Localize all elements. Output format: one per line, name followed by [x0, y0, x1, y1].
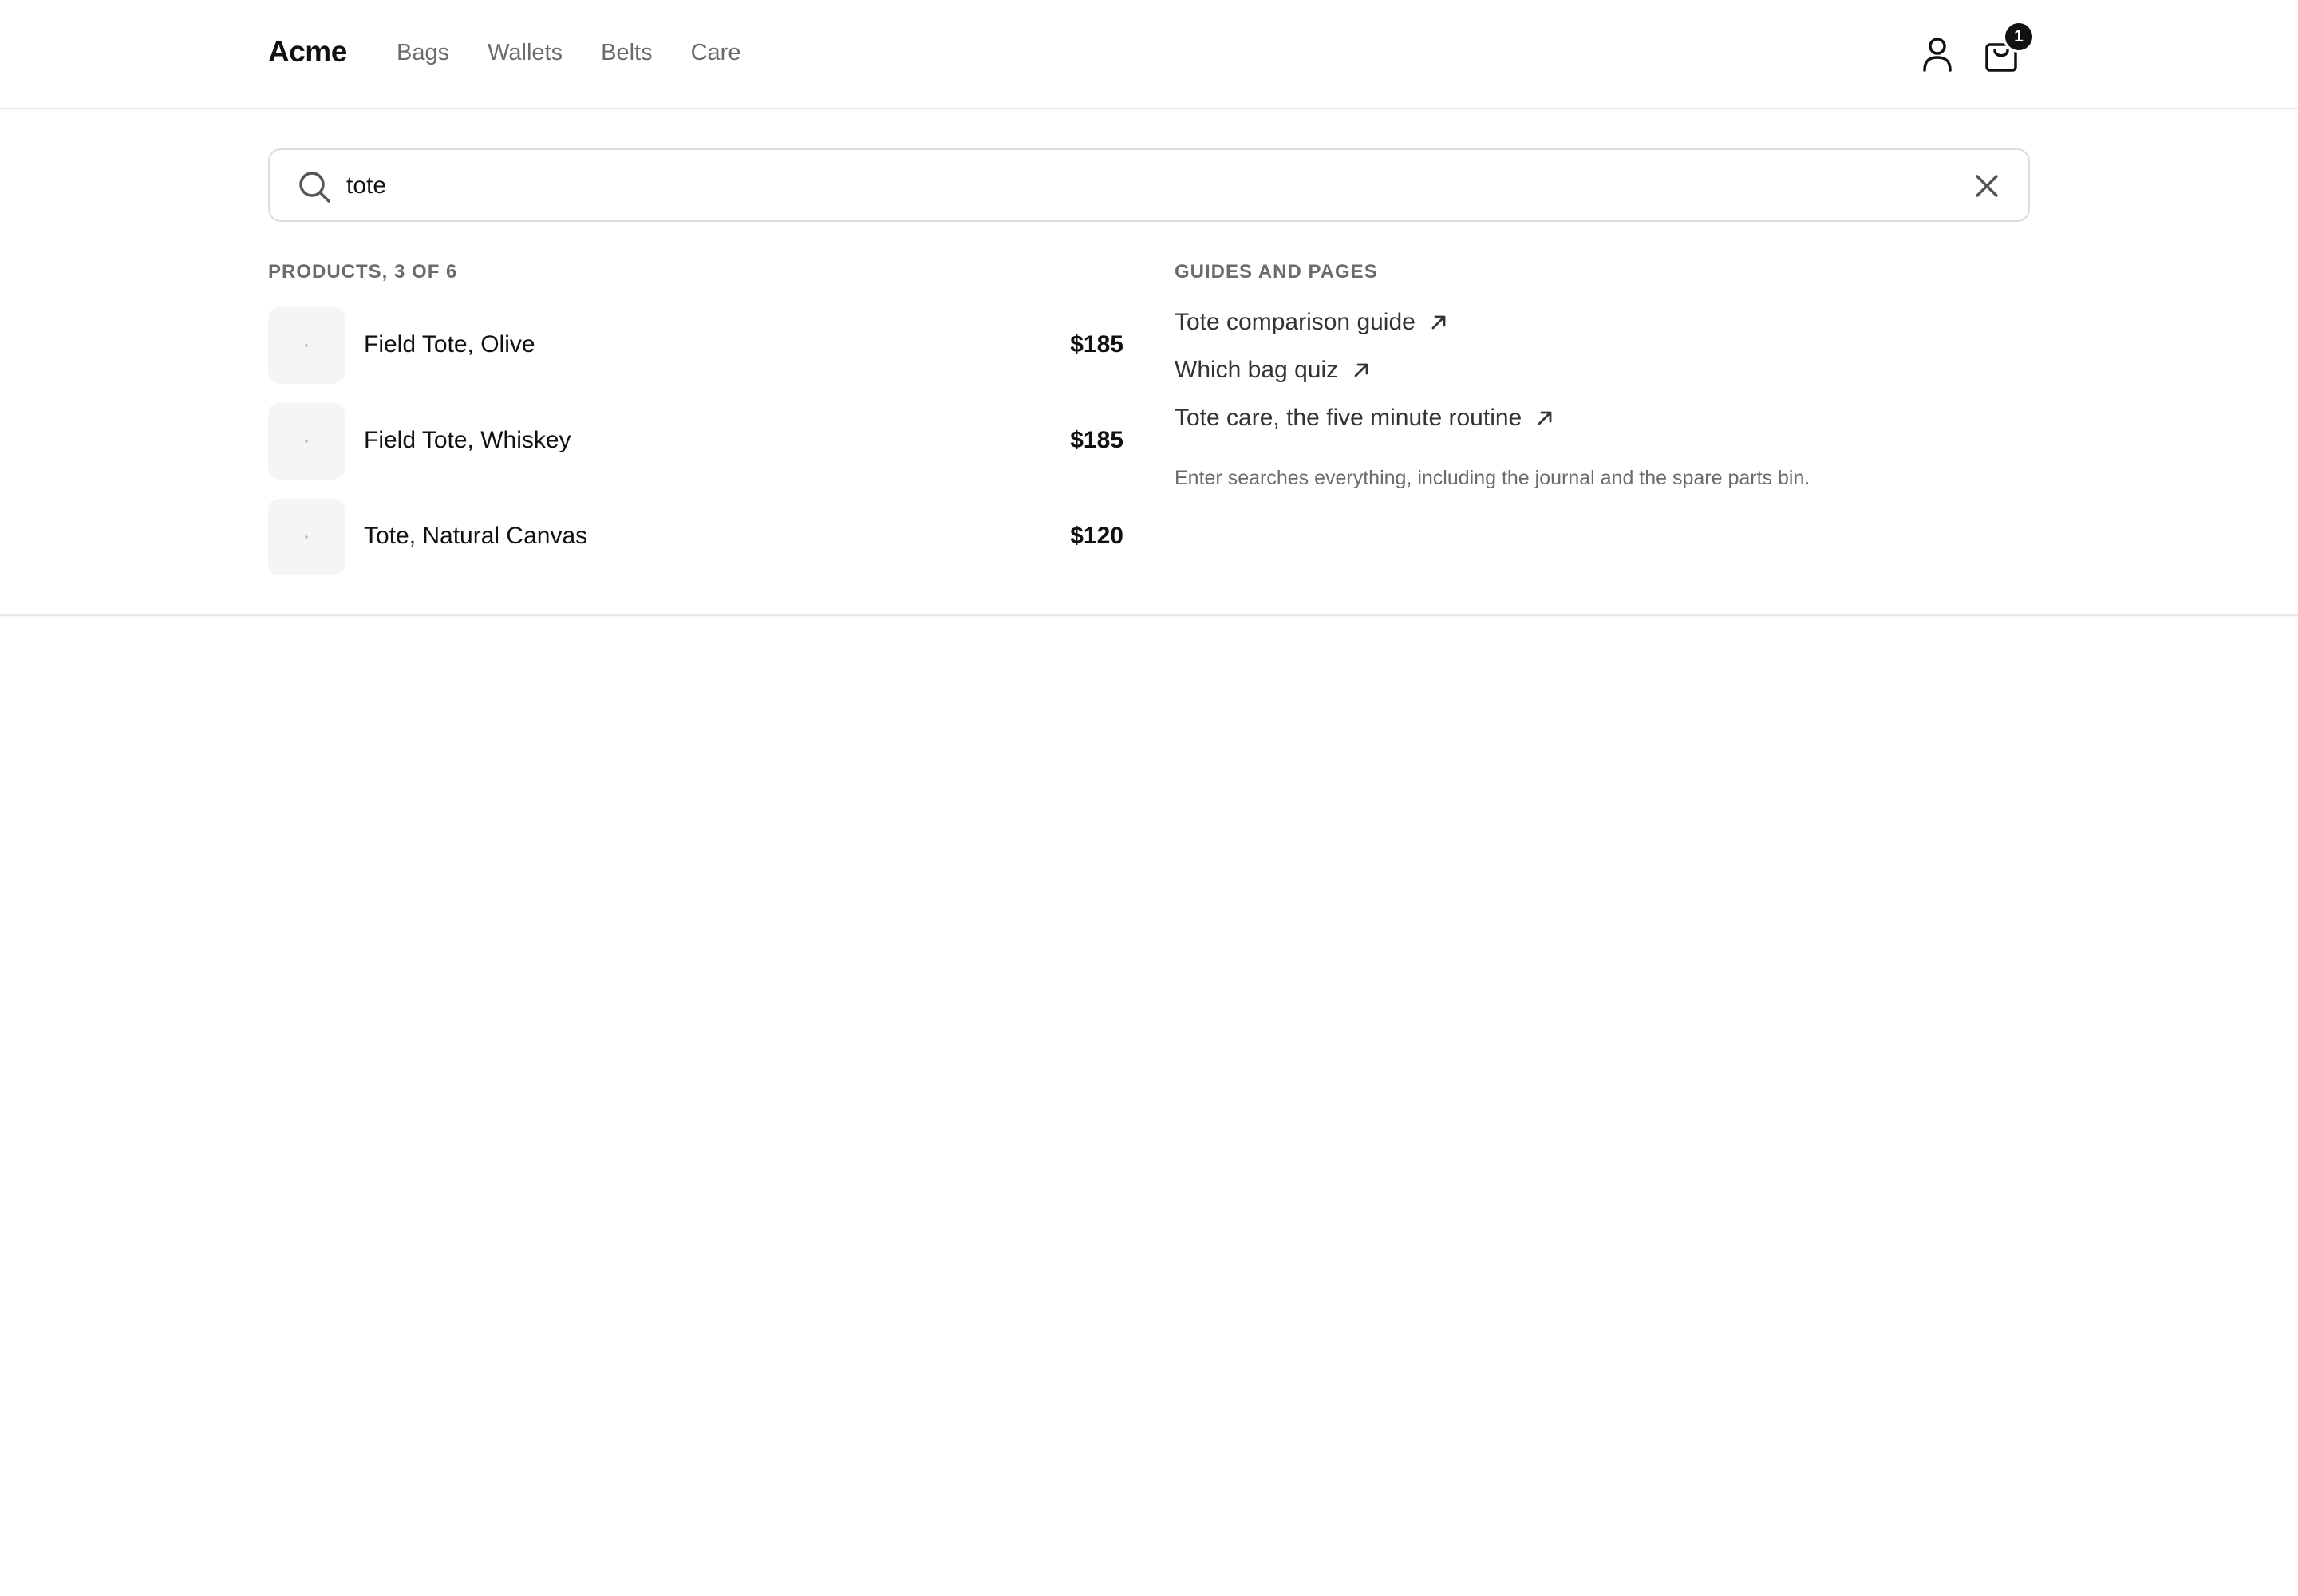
- product-price: $120: [1070, 523, 1123, 549]
- guide-link-tote-care[interactable]: Tote care, the five minute routine: [1175, 405, 1554, 432]
- brand-logo[interactable]: Acme: [268, 35, 347, 69]
- cart-count-badge: 1: [2003, 21, 2035, 53]
- product-result-row[interactable]: Tote, Natural Canvas $120: [268, 499, 1123, 575]
- product-name: Field Tote, Olive: [364, 331, 535, 358]
- guide-link-tote-comparison[interactable]: Tote comparison guide: [1175, 309, 1447, 336]
- guide-link-bag-quiz[interactable]: Which bag quiz: [1175, 357, 1370, 384]
- close-icon[interactable]: [1971, 170, 2003, 202]
- product-result-row[interactable]: Field Tote, Whiskey $185: [268, 403, 1123, 480]
- guides-section-label: GUIDES AND PAGES: [1175, 261, 1378, 282]
- search-panel: PRODUCTS, 3 OF 6 Field Tote, Olive $185 …: [0, 111, 2298, 616]
- product-price: $185: [1070, 427, 1123, 453]
- product-thumbnail: [268, 403, 345, 480]
- nav-link-care[interactable]: Care: [691, 40, 741, 66]
- search-input[interactable]: [346, 164, 1862, 207]
- user-icon[interactable]: [1921, 37, 1953, 72]
- product-name: Tote, Natural Canvas: [364, 523, 588, 549]
- guide-link-label: Which bag quiz: [1175, 357, 1339, 383]
- external-arrow-icon: [1354, 363, 1368, 377]
- nav-link-bags[interactable]: Bags: [397, 40, 449, 66]
- product-thumbnail: [268, 307, 345, 384]
- product-thumbnail: [268, 499, 345, 575]
- products-section-label: PRODUCTS, 3 OF 6: [268, 261, 458, 282]
- guide-link-label: Tote comparison guide: [1175, 309, 1416, 335]
- main-nav: Bags Wallets Belts Care: [397, 40, 740, 66]
- nav-link-belts[interactable]: Belts: [601, 40, 652, 66]
- product-price: $185: [1070, 331, 1123, 358]
- site-header: Acme Bags Wallets Belts Care 1: [0, 0, 2298, 109]
- external-arrow-icon: [1538, 411, 1552, 425]
- product-name: Field Tote, Whiskey: [364, 427, 571, 453]
- search-hint: Enter searches everything, including the…: [1175, 467, 1810, 489]
- search-bar: [268, 148, 2030, 222]
- search-icon: [299, 172, 330, 203]
- product-result-row[interactable]: Field Tote, Olive $185: [268, 307, 1123, 384]
- external-arrow-icon: [1431, 315, 1446, 330]
- guide-link-label: Tote care, the five minute routine: [1175, 405, 1522, 431]
- nav-link-wallets[interactable]: Wallets: [488, 40, 563, 66]
